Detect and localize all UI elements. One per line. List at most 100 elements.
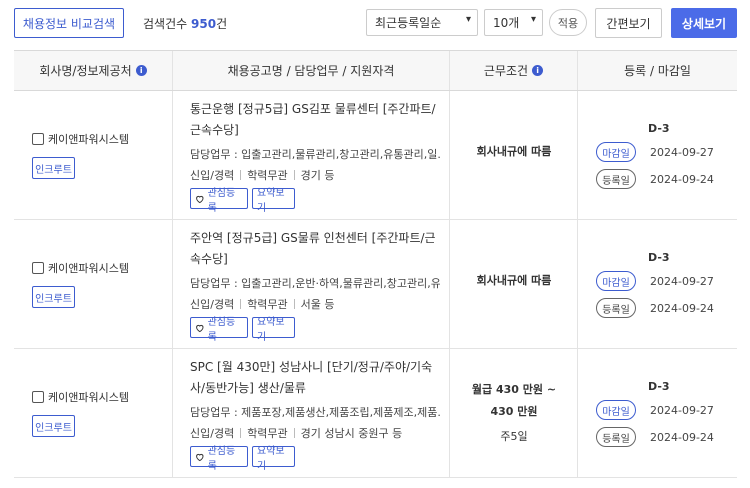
- company: 케이앤파워시스템: [32, 389, 129, 405]
- divider: [240, 299, 242, 309]
- dates-cell: D-3 마감일 2024-09-27 등록일 2024-09-24: [578, 220, 737, 348]
- posting-duty: 담당업무 : 제품포장,제품생산,제품조립,제품제조,제품...: [190, 406, 440, 419]
- header-posting-label: 채용공고명 / 담당업무 / 지원자격: [227, 64, 395, 78]
- work-days: 주5일: [500, 430, 528, 443]
- apply-button[interactable]: 적용: [549, 9, 587, 36]
- header-dates: 등록 / 마감일: [578, 51, 737, 90]
- deadline-line: 마감일 2024-09-27: [596, 142, 714, 162]
- table-row: 케이앤파워시스템 인크루트 주안역 [정규5급] GS물류 인천센터 [주간파트…: [14, 220, 737, 349]
- header-conditions-label: 근무조건: [483, 64, 529, 78]
- table-header: 회사명/정보제공처 i 채용공고명 / 담당업무 / 지원자격 근무조건 i 등…: [14, 51, 737, 91]
- favorite-button[interactable]: 관심등록: [190, 188, 248, 214]
- deadline-badge: 마감일: [596, 400, 636, 420]
- education: 학력무관: [247, 169, 288, 182]
- favorite-label: 관심등록: [207, 187, 236, 214]
- summary-button[interactable]: 요약보기: [252, 188, 295, 214]
- company-name[interactable]: 케이앤파워시스템: [48, 389, 129, 405]
- select-checkbox[interactable]: [32, 133, 44, 145]
- posting-title[interactable]: 통근운행 [정규5급] GS김포 물류센터 [주간파트/근속수당]: [190, 99, 440, 141]
- posting-cell: 주안역 [정규5급] GS물류 인천센터 [주간파트/근속수당] 담당업무 : …: [173, 220, 450, 348]
- toolbar: 채용정보 비교검색 검색건수 950건 최근등록일순 ▾ 10개 ▾ 적용 간편…: [0, 0, 750, 46]
- posting-qualifications: 신입/경력 학력무관 경기 등: [190, 167, 335, 183]
- registered-date: 2024-09-24: [650, 172, 714, 186]
- education: 학력무관: [247, 298, 288, 311]
- divider: [293, 299, 295, 309]
- experience: 신입/경력: [190, 298, 235, 311]
- posting-qualifications: 신입/경력 학력무관 서울 등: [190, 296, 335, 312]
- condition-text: 회사내규에 따름: [476, 274, 552, 287]
- heart-icon: [196, 195, 204, 203]
- deadline-badge: 마감일: [596, 271, 636, 291]
- region: 서울 등: [300, 298, 335, 311]
- divider: [293, 170, 295, 180]
- source-badge[interactable]: 인크루트: [32, 157, 75, 179]
- divider: [293, 428, 295, 438]
- sort-select[interactable]: 최근등록일순 ▾: [366, 9, 478, 36]
- favorite-label: 관심등록: [207, 316, 236, 343]
- source-badge[interactable]: 인크루트: [32, 286, 75, 308]
- table-row: 케이앤파워시스템 인크루트 SPC [월 430만] 성남사니 [단기/정규/주…: [14, 349, 737, 478]
- posting-title[interactable]: SPC [월 430만] 성남사니 [단기/정규/주야/기숙사/동반가능] 생산…: [190, 357, 440, 399]
- select-checkbox[interactable]: [32, 262, 44, 274]
- conditions-cell: 회사내규에 따름: [450, 91, 578, 219]
- deadline-date: 2024-09-27: [650, 403, 714, 417]
- registered-badge: 등록일: [596, 427, 636, 447]
- favorite-label: 관심등록: [207, 445, 236, 472]
- header-dates-label: 등록 / 마감일: [624, 64, 691, 78]
- company-name[interactable]: 케이앤파워시스템: [48, 260, 129, 276]
- per-page-select-value: 10개: [493, 16, 520, 30]
- favorite-button[interactable]: 관심등록: [190, 446, 248, 472]
- region: 경기 성남시 중원구 등: [300, 427, 403, 440]
- experience: 신입/경력: [190, 169, 235, 182]
- company: 케이앤파워시스템: [32, 260, 129, 276]
- posting-title[interactable]: 주안역 [정규5급] GS물류 인천센터 [주간파트/근속수당]: [190, 228, 440, 270]
- company-name[interactable]: 케이앤파워시스템: [48, 131, 129, 147]
- registered-badge: 등록일: [596, 169, 636, 189]
- dates-cell: D-3 마감일 2024-09-27 등록일 2024-09-24: [578, 349, 737, 477]
- registered-date: 2024-09-24: [650, 430, 714, 444]
- table-row: 케이앤파워시스템 인크루트 통근운행 [정규5급] GS김포 물류센터 [주간파…: [14, 91, 737, 220]
- posting-duty: 담당업무 : 입출고관리,물류관리,창고관리,유통관리,일...: [190, 148, 440, 161]
- select-checkbox[interactable]: [32, 391, 44, 403]
- info-icon[interactable]: i: [532, 65, 544, 76]
- posting-duty: 담당업무 : 입출고관리,운반·하역,물류관리,창고관리,유...: [190, 277, 440, 290]
- header-posting: 채용공고명 / 담당업무 / 지원자격: [173, 51, 450, 90]
- header-company: 회사명/정보제공처 i: [14, 51, 173, 90]
- d-day: D-3: [648, 122, 670, 135]
- detail-view-button[interactable]: 상세보기: [671, 8, 737, 38]
- per-page-select[interactable]: 10개 ▾: [484, 9, 543, 36]
- d-day: D-3: [648, 251, 670, 264]
- divider: [240, 428, 242, 438]
- d-day: D-3: [648, 380, 670, 393]
- deadline-date: 2024-09-27: [650, 145, 714, 159]
- registered-line: 등록일 2024-09-24: [596, 169, 714, 189]
- header-conditions: 근무조건 i: [450, 51, 578, 90]
- company-cell: 케이앤파워시스템 인크루트: [14, 349, 173, 477]
- education: 학력무관: [247, 427, 288, 440]
- header-company-label: 회사명/정보제공처: [39, 64, 132, 78]
- simple-view-button[interactable]: 간편보기: [595, 8, 662, 38]
- compare-search-button[interactable]: 채용정보 비교검색: [14, 8, 124, 38]
- deadline-line: 마감일 2024-09-27: [596, 400, 714, 420]
- registered-date: 2024-09-24: [650, 301, 714, 315]
- summary-button[interactable]: 요약보기: [252, 317, 295, 343]
- region: 경기 등: [300, 169, 335, 182]
- registered-line: 등록일 2024-09-24: [596, 298, 714, 318]
- salary-range-line-1: 월급 430 만원 ~: [471, 383, 557, 396]
- posting-qualifications: 신입/경력 학력무관 경기 성남시 중원구 등: [190, 425, 402, 441]
- info-icon[interactable]: i: [135, 65, 147, 76]
- company-cell: 케이앤파워시스템 인크루트: [14, 91, 173, 219]
- chevron-down-icon: ▾: [465, 14, 471, 25]
- favorite-button[interactable]: 관심등록: [190, 317, 248, 343]
- conditions-cell: 회사내규에 따름: [450, 220, 578, 348]
- deadline-badge: 마감일: [596, 142, 636, 162]
- job-table: 회사명/정보제공처 i 채용공고명 / 담당업무 / 지원자격 근무조건 i 등…: [14, 50, 737, 478]
- source-badge[interactable]: 인크루트: [32, 415, 75, 437]
- summary-button[interactable]: 요약보기: [252, 446, 295, 472]
- posting-actions: 관심등록 요약보기: [190, 188, 295, 214]
- registered-badge: 등록일: [596, 298, 636, 318]
- company-cell: 케이앤파워시스템 인크루트: [14, 220, 173, 348]
- heart-icon: [196, 453, 204, 461]
- posting-cell: 통근운행 [정규5급] GS김포 물류센터 [주간파트/근속수당] 담당업무 :…: [173, 91, 450, 219]
- condition-text: 회사내규에 따름: [476, 145, 552, 158]
